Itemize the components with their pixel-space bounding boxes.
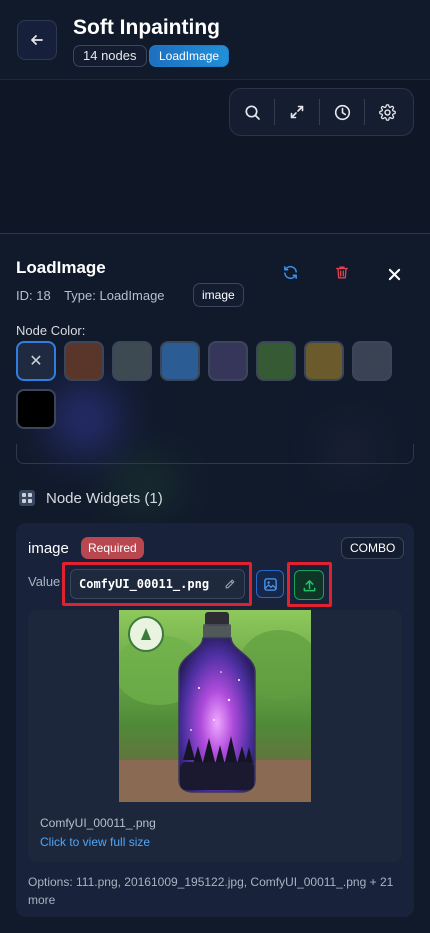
color-swatch-brown[interactable] (64, 341, 104, 381)
canvas-toolbar (229, 88, 414, 136)
color-swatch-gray[interactable] (352, 341, 392, 381)
refresh-icon (283, 265, 297, 279)
widgets-icon (19, 490, 35, 506)
widget-type-badge: COMBO (341, 537, 405, 559)
color-swatch-slate[interactable] (112, 341, 152, 381)
output-type-badge: image (193, 283, 244, 307)
history-button[interactable] (320, 88, 364, 136)
search-button[interactable] (230, 88, 274, 136)
browse-image-button[interactable] (256, 570, 284, 598)
color-swatch-black[interactable] (16, 389, 56, 429)
node-properties-panel: LoadImage ID: 18 Type: LoadImage image N… (0, 233, 430, 933)
preview-picture (119, 610, 311, 802)
gear-icon (378, 103, 396, 121)
node-id: ID: 18 (16, 288, 51, 303)
close-button[interactable] (382, 262, 406, 286)
highlight-box-upload (287, 562, 332, 607)
color-swatch-yellow[interactable] (304, 341, 344, 381)
color-swatch-blue[interactable] (160, 341, 200, 381)
node-type: Type: LoadImage (64, 288, 165, 303)
section-border (16, 444, 414, 464)
page-title: Soft Inpainting (73, 16, 220, 39)
color-swatch-none[interactable]: ✕ (16, 341, 56, 381)
highlight-box-value (62, 562, 252, 606)
node-name: LoadImage (16, 258, 106, 277)
node-color-label: Node Color: (16, 323, 86, 338)
widget-name: image (28, 540, 69, 557)
widget-card: image Required COMBO Value ComfyUI_00011… (16, 523, 414, 917)
settings-button[interactable] (365, 88, 409, 136)
arrow-left-icon (31, 35, 43, 45)
image-icon (263, 577, 277, 591)
node-meta: ID: 18 Type: LoadImage (16, 288, 175, 303)
node-type-badge: LoadImage (149, 45, 230, 67)
preview-image[interactable] (119, 610, 311, 802)
header: Soft Inpainting 14 nodes LoadImage (0, 0, 430, 80)
value-label: Value (28, 574, 61, 589)
delete-button[interactable] (330, 260, 354, 284)
nodes-count-badge: 14 nodes (73, 45, 147, 67)
search-icon (244, 104, 260, 120)
color-swatch-green[interactable] (256, 341, 296, 381)
fit-view-button[interactable] (275, 88, 319, 136)
options-text: Options: 111.png, 20161009_195122.jpg, C… (28, 875, 394, 907)
node-widgets-header: Node Widgets (1) (18, 489, 163, 507)
refresh-button[interactable] (278, 260, 302, 284)
image-preview: ComfyUI_00011_.png Click to view full si… (28, 610, 402, 862)
node-widgets-title: Node Widgets (1) (46, 489, 163, 507)
color-swatch-purple[interactable] (208, 341, 248, 381)
close-icon (388, 268, 400, 280)
required-badge: Required (81, 537, 144, 559)
back-button[interactable] (17, 20, 57, 60)
preview-filename: ComfyUI_00011_.png (40, 816, 156, 830)
trash-icon (336, 266, 348, 278)
expand-icon (290, 105, 304, 119)
view-full-size-link[interactable]: Click to view full size (40, 835, 150, 849)
clock-icon (334, 104, 350, 120)
